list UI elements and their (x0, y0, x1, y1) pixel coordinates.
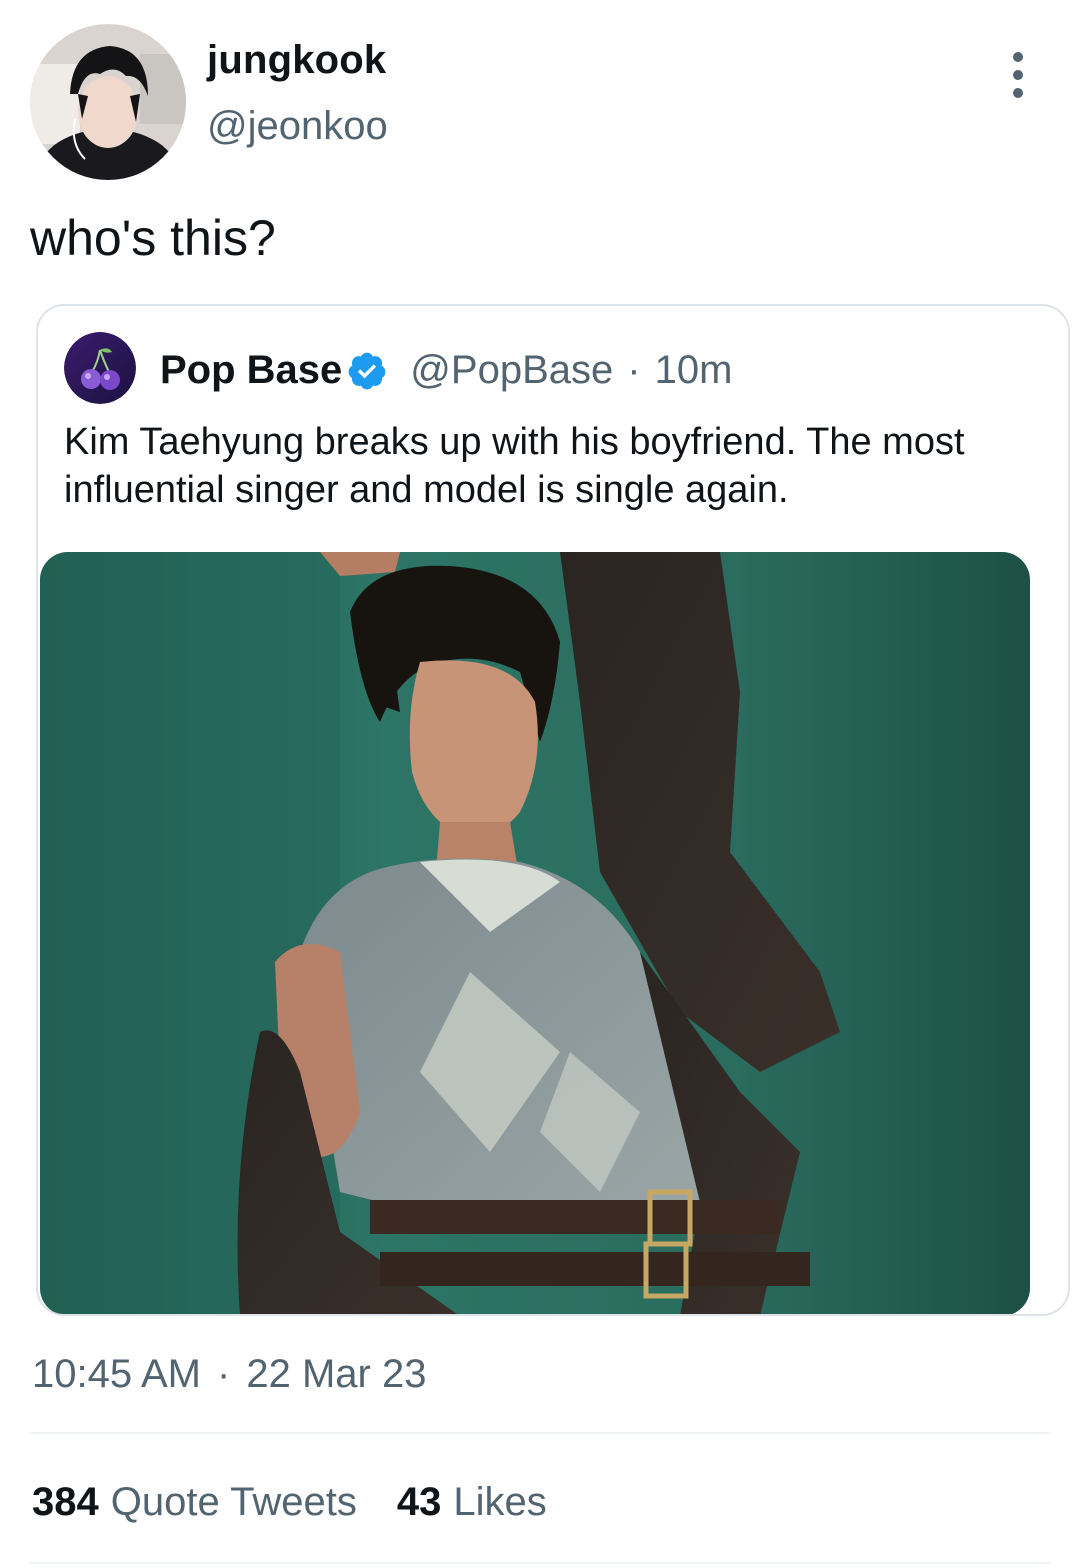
tweet-detail: jungkook @jeonkoo who's this? Pop Base @… (0, 0, 1080, 1568)
author-handle[interactable]: @jeonkoo (207, 104, 388, 149)
quoted-author-name[interactable]: Pop Base (160, 348, 342, 393)
divider (30, 1562, 1050, 1564)
quoted-tweet-text: Kim Taehyung breaks up with his boyfrien… (64, 421, 965, 511)
separator-dot: · (627, 348, 641, 392)
quote-tweets-count: 384 (32, 1480, 99, 1524)
quoted-author-avatar[interactable] (64, 332, 136, 404)
more-vertical-icon[interactable] (996, 52, 1040, 98)
likes-stat[interactable]: 43 Likes (397, 1480, 547, 1525)
author-avatar[interactable] (30, 24, 186, 180)
divider (30, 1432, 1050, 1434)
verified-badge-icon (348, 352, 386, 389)
likes-count: 43 (396, 1480, 442, 1524)
likes-label: Likes (453, 1480, 547, 1524)
author-name[interactable]: jungkook (207, 38, 386, 83)
more-dot (1013, 52, 1023, 62)
engagement-stats: 384 Quote Tweets 43 Likes (32, 1480, 587, 1525)
tweet-text: who's this? (30, 210, 276, 266)
quoted-tweet-time[interactable]: 10m (655, 348, 733, 393)
more-dot (1013, 70, 1023, 80)
more-dot (1013, 88, 1023, 98)
quoted-tweet-photo[interactable] (40, 552, 1030, 1314)
quoted-author-handle[interactable]: @PopBase (410, 348, 613, 393)
tweet-timestamp[interactable]: 10:45 AM · 22 Mar 23 (32, 1352, 426, 1397)
quoted-tweet-card[interactable]: Pop Base @PopBase · 10m Kim Taehyung bre… (36, 304, 1070, 1316)
tweet-time: 10:45 AM (32, 1352, 202, 1396)
quote-tweets-label: Quote Tweets (110, 1480, 357, 1524)
separator-dot: · (217, 1352, 231, 1396)
quoted-tweet-header: Pop Base @PopBase · 10m (160, 348, 732, 393)
tweet-date: 22 Mar 23 (246, 1352, 427, 1396)
quote-tweets-stat[interactable]: 384 Quote Tweets (32, 1480, 357, 1525)
